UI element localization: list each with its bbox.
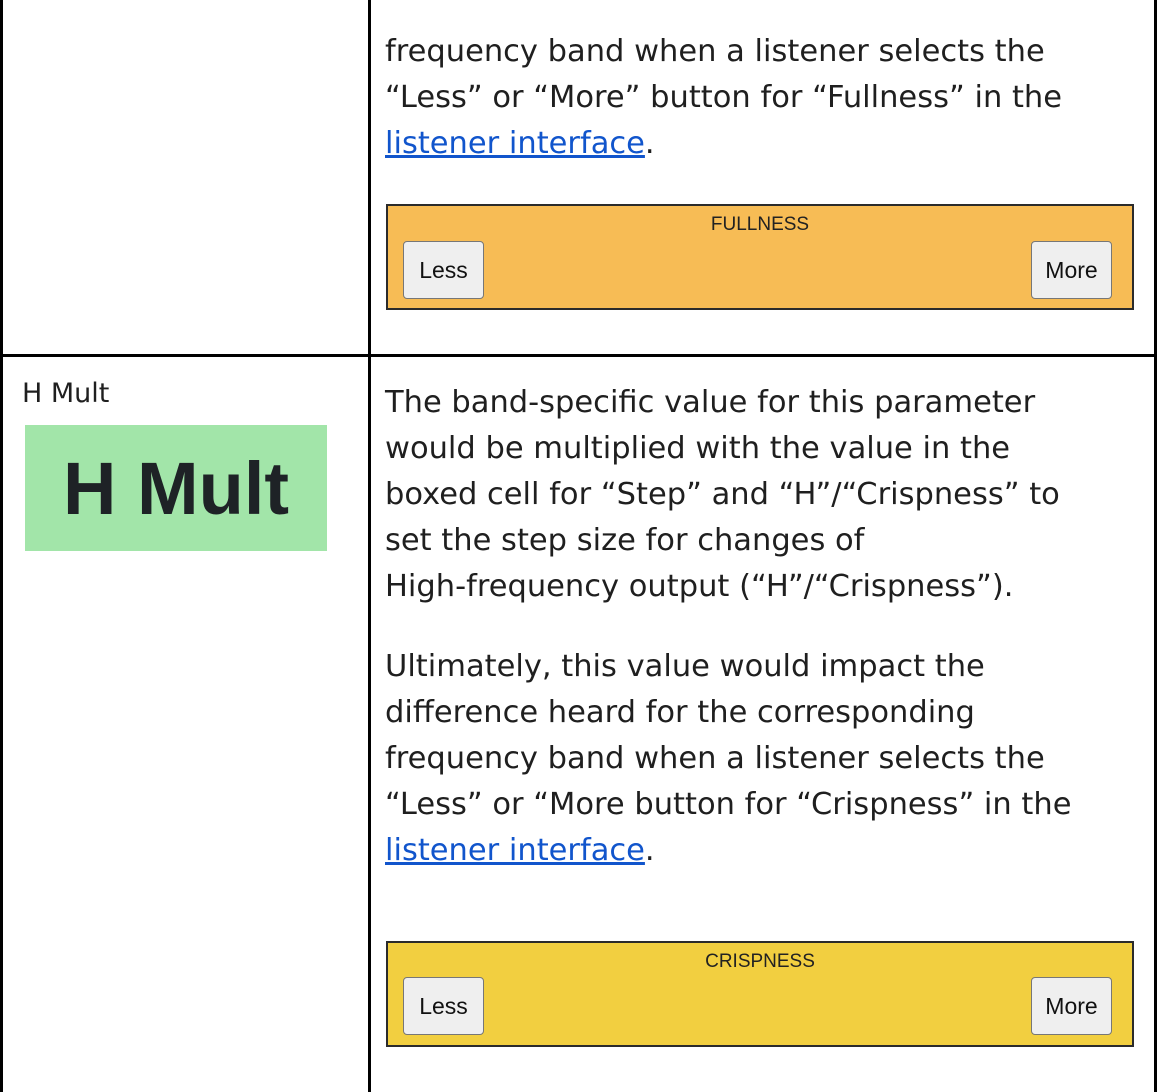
- link-suffix: .: [644, 126, 655, 161]
- h-mult-impact-paragraph: Ultimately, this value would impact the …: [385, 644, 1153, 874]
- text-line: set the step size for changes of: [385, 523, 865, 558]
- text-line: frequency band when a listener selects t…: [385, 34, 1045, 69]
- fullness-widget: FULLNESS Less More: [386, 204, 1134, 310]
- param-label-h-mult: H Mult: [22, 378, 110, 409]
- fullness-title: FULLNESS: [710, 214, 810, 235]
- table-column-divider: [368, 0, 371, 1092]
- text-line: difference heard for the corresponding: [385, 695, 975, 730]
- text-line: “Less” or “More” button for “Fullness” i…: [385, 80, 1063, 115]
- link-line: listener interface.: [385, 121, 1153, 167]
- table-row-divider: [0, 354, 1157, 357]
- text-line: The band-specific value for this paramet…: [385, 385, 1036, 420]
- fullness-description: frequency band when a listener selects t…: [385, 29, 1153, 167]
- fullness-more-button[interactable]: More: [1031, 241, 1112, 299]
- text-line: boxed cell for “Step” and “H”/“Crispness…: [385, 477, 1060, 512]
- crispness-widget: CRISPNESS Less More: [386, 941, 1134, 1047]
- listener-interface-link[interactable]: listener interface: [385, 833, 645, 868]
- crispness-title: CRISPNESS: [705, 951, 815, 972]
- table-border-left: [0, 0, 3, 1092]
- text-line: frequency band when a listener selects t…: [385, 741, 1045, 776]
- fullness-less-button[interactable]: Less: [403, 241, 484, 299]
- text-line: would be multiplied with the value in th…: [385, 431, 1011, 466]
- h-mult-label-image: H Mult: [25, 425, 327, 551]
- link-suffix: .: [644, 833, 655, 868]
- crispness-more-button[interactable]: More: [1031, 977, 1112, 1035]
- text-line: High-frequency output (“H”/“Crispness”).: [385, 569, 1014, 604]
- h-mult-image-text: H Mult: [62, 446, 290, 530]
- text-line: Ultimately, this value would impact the: [385, 649, 985, 684]
- text-line: “Less” or “More button for “Crispness” i…: [385, 787, 1072, 822]
- link-line: listener interface.: [385, 828, 1153, 874]
- h-mult-description: The band-specific value for this paramet…: [385, 380, 1153, 610]
- crispness-less-button[interactable]: Less: [403, 977, 484, 1035]
- listener-interface-link[interactable]: listener interface: [385, 126, 645, 161]
